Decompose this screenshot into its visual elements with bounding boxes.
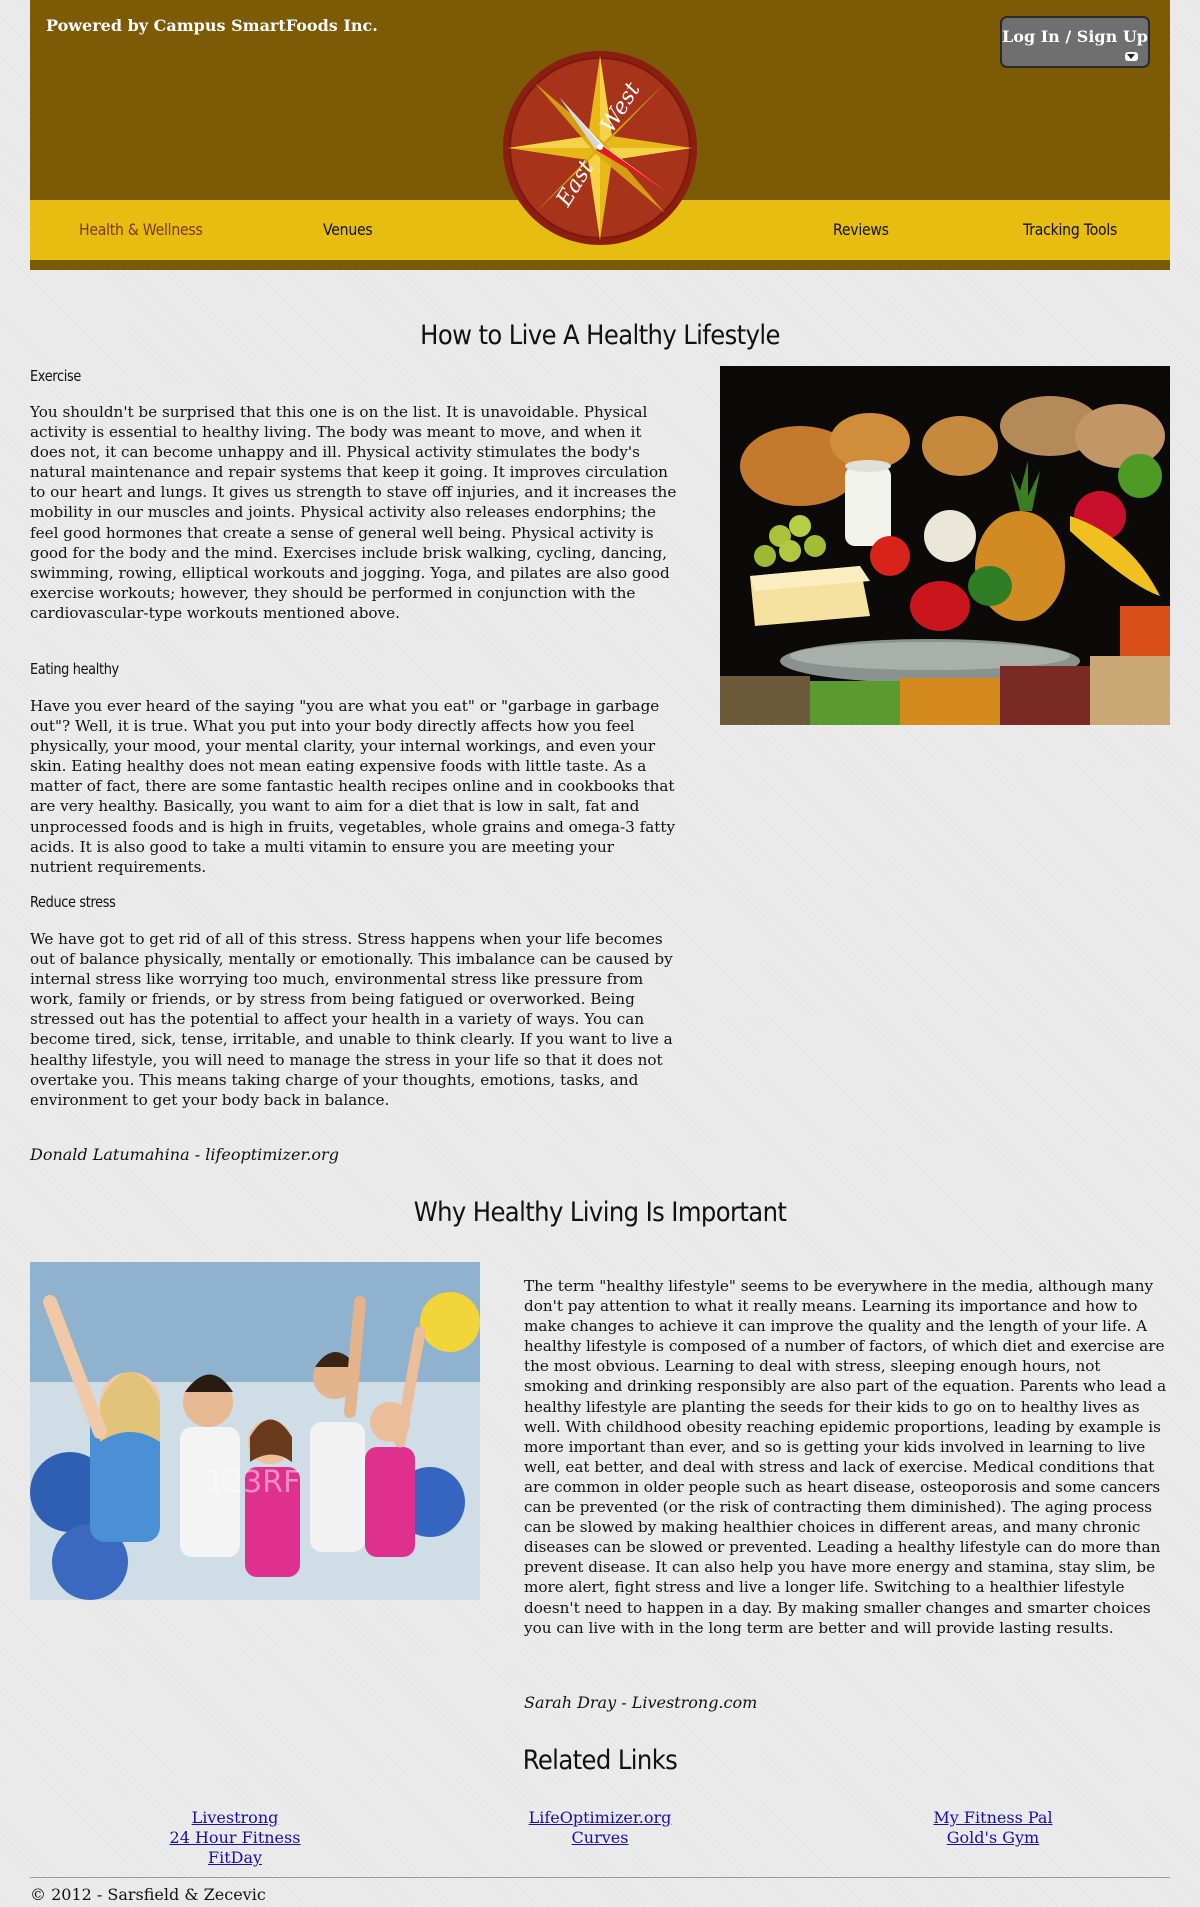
link-curves[interactable]: Curves bbox=[450, 1828, 750, 1848]
section-title-related-links: Related Links bbox=[522, 1745, 678, 1776]
nav-item-tracking-tools[interactable]: Tracking Tools bbox=[1023, 220, 1117, 239]
related-links-column-1: Livestrong 24 Hour Fitness FitDay bbox=[85, 1808, 385, 1868]
related-links-column-2: LifeOptimizer.org Curves bbox=[450, 1808, 750, 1848]
heading-eating-healthy: Eating healthy bbox=[30, 660, 119, 678]
footer-divider bbox=[30, 1877, 1170, 1878]
nav-bottom-border bbox=[30, 260, 1170, 270]
eating-paragraph: Have you ever heard of the saying "you a… bbox=[30, 697, 676, 876]
why-healthy-paragraph: The term "healthy lifestyle" seems to be… bbox=[524, 1277, 1167, 1637]
link-lifeoptimizer[interactable]: LifeOptimizer.org bbox=[450, 1808, 750, 1828]
healthy-food-image bbox=[720, 366, 1170, 725]
section-title-why-healthy-living: Why Healthy Living Is Important bbox=[413, 1197, 787, 1228]
heading-reduce-stress: Reduce stress bbox=[30, 893, 116, 911]
image-watermark: 123RF bbox=[205, 1465, 300, 1500]
heading-exercise: Exercise bbox=[30, 367, 81, 385]
login-signup-button[interactable]: Log In / Sign Up bbox=[1000, 16, 1150, 68]
section-title-healthy-lifestyle: How to Live A Healthy Lifestyle bbox=[420, 320, 780, 351]
credit-latumahina: Donald Latumahina - lifeoptimizer.org bbox=[30, 1145, 339, 1164]
link-fitday[interactable]: FitDay bbox=[85, 1848, 385, 1868]
link-livestrong[interactable]: Livestrong bbox=[85, 1808, 385, 1828]
link-my-fitness-pal[interactable]: My Fitness Pal bbox=[843, 1808, 1143, 1828]
copyright-text: © 2012 - Sarsfield & Zecevic bbox=[30, 1885, 266, 1904]
stress-paragraph: We have got to get rid of all of this st… bbox=[30, 930, 673, 1109]
related-links-column-3: My Fitness Pal Gold's Gym bbox=[843, 1808, 1143, 1848]
credit-dray: Sarah Dray - Livestrong.com bbox=[524, 1693, 758, 1712]
compass-logo[interactable]: West East bbox=[500, 48, 700, 248]
chevron-down-icon bbox=[1125, 52, 1138, 61]
link-24-hour-fitness[interactable]: 24 Hour Fitness bbox=[85, 1828, 385, 1848]
link-golds-gym[interactable]: Gold's Gym bbox=[843, 1828, 1143, 1848]
login-signup-label: Log In / Sign Up bbox=[1002, 27, 1148, 46]
fitness-class-image: 123RF bbox=[30, 1262, 480, 1600]
powered-by-text: Powered by Campus SmartFoods Inc. bbox=[46, 16, 378, 35]
nav-item-health-wellness[interactable]: Health & Wellness bbox=[79, 220, 203, 239]
nav-item-venues[interactable]: Venues bbox=[323, 220, 373, 239]
site-header: Powered by Campus SmartFoods Inc. Log In… bbox=[30, 0, 1170, 270]
nav-item-reviews[interactable]: Reviews bbox=[833, 220, 889, 239]
exercise-paragraph: You shouldn't be surprised that this one… bbox=[30, 403, 677, 622]
